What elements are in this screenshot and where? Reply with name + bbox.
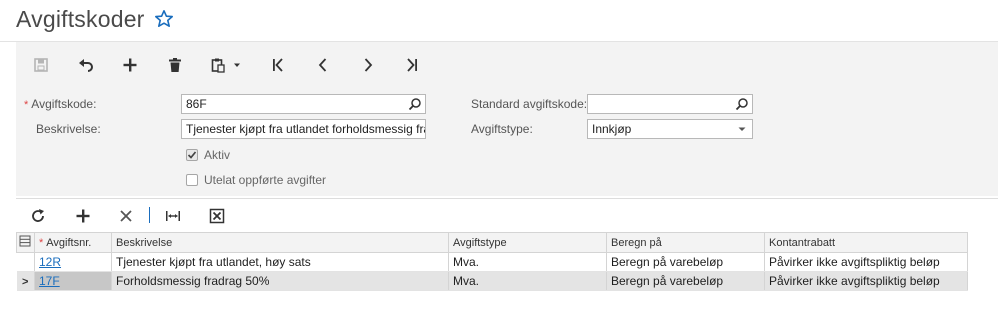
undo-icon	[79, 59, 93, 72]
column-header-description[interactable]: Beskrivelse	[111, 232, 449, 253]
close-icon	[120, 210, 132, 222]
cell-discount[interactable]: Påvirker ikke avgiftspliktig beløp	[764, 252, 968, 272]
page-header: Avgiftskoder	[0, 0, 998, 42]
cell-discount[interactable]: Påvirker ikke avgiftspliktig beløp	[764, 271, 968, 291]
last-icon	[407, 58, 417, 72]
description-label: Beskrivelse:	[36, 122, 101, 136]
last-record-button[interactable]	[399, 52, 425, 78]
cell-code[interactable]: 12R	[34, 252, 112, 272]
toolbar-divider	[149, 207, 150, 223]
code-link[interactable]: 17F	[39, 274, 60, 288]
page-title: Avgiftskoder	[16, 6, 145, 32]
trash-icon	[169, 58, 181, 72]
chevron-right-icon	[364, 58, 373, 72]
previous-record-button[interactable]	[310, 52, 336, 78]
checkmark-icon	[187, 151, 197, 159]
clipboard-icon	[211, 58, 225, 73]
active-label: Aktiv	[204, 148, 231, 162]
active-checkbox[interactable]	[186, 149, 198, 161]
add-button[interactable]	[117, 52, 143, 78]
tax-code-label: * Avgiftskode:	[24, 97, 97, 111]
current-row-icon: >	[22, 276, 29, 288]
cell-calc[interactable]: Beregn på varebeløp	[606, 252, 765, 272]
table-row[interactable]: 12R Tjenester kjøpt fra utlandet, høy sa…	[16, 252, 968, 272]
tax-rates-grid: * Avgiftsnr. Beskrivelse Avgiftstype Bere…	[16, 232, 968, 291]
search-icon[interactable]	[408, 97, 422, 111]
table-row[interactable]: > 17F Forholdsmessig fradrag 50% Mva. Be…	[16, 271, 968, 291]
refresh-button[interactable]	[26, 205, 50, 227]
next-record-button[interactable]	[355, 52, 381, 78]
favorite-star-icon[interactable]	[154, 9, 174, 29]
tax-type-select[interactable]: Innkjøp	[587, 119, 753, 139]
tax-code-input[interactable]: 86F	[181, 94, 426, 114]
chevron-left-icon	[318, 58, 327, 72]
tax-code-form: * Avgiftskode: 86F Beskrivelse: Tjenester…	[16, 88, 998, 196]
exclude-checkbox-row[interactable]: Utelat oppførte avgifter	[186, 173, 326, 187]
standard-code-input[interactable]	[587, 94, 753, 114]
required-mark: *	[24, 99, 29, 111]
description-input[interactable]: Tjenester kjøpt fra utlandet forholdsmes…	[181, 119, 426, 139]
chevron-down-icon	[234, 63, 240, 67]
add-icon	[76, 209, 90, 223]
grid-toolbar	[16, 198, 998, 232]
column-header-discount[interactable]: Kontantrabatt	[764, 232, 968, 253]
cell-calc[interactable]: Beregn på varebeløp	[606, 271, 765, 291]
add-row-button[interactable]	[71, 205, 95, 227]
column-header-code[interactable]: * Avgiftsnr.	[34, 232, 112, 253]
main-toolbar	[16, 42, 998, 88]
column-settings-icon	[19, 235, 31, 247]
exclude-checkbox[interactable]	[186, 174, 198, 186]
row-selector[interactable]: >	[16, 271, 35, 291]
code-link[interactable]: 12R	[39, 255, 61, 269]
tax-type-label: Avgiftstype:	[471, 122, 533, 136]
search-icon[interactable]	[735, 97, 749, 111]
cell-code[interactable]: 17F	[34, 271, 112, 291]
add-icon	[123, 58, 137, 72]
export-excel-button[interactable]	[205, 205, 229, 227]
first-record-button[interactable]	[265, 52, 291, 78]
cell-description[interactable]: Tjenester kjøpt fra utlandet, høy sats	[111, 252, 449, 272]
column-settings-header[interactable]	[16, 232, 35, 253]
first-icon	[273, 58, 283, 72]
column-header-calc[interactable]: Beregn på	[606, 232, 765, 253]
refresh-icon	[32, 209, 44, 222]
undo-button[interactable]	[73, 52, 99, 78]
exclude-label: Utelat oppførte avgifter	[204, 173, 327, 187]
paste-dropdown-button[interactable]	[206, 52, 246, 78]
chevron-down-icon	[738, 127, 746, 131]
fit-columns-button[interactable]	[161, 205, 185, 227]
cell-type[interactable]: Mva.	[448, 252, 607, 272]
delete-button[interactable]	[162, 52, 188, 78]
row-selector[interactable]	[16, 252, 35, 272]
fit-width-icon	[166, 211, 180, 221]
save-icon	[34, 58, 48, 72]
active-checkbox-row[interactable]: Aktiv	[186, 148, 230, 162]
column-header-type[interactable]: Avgiftstype	[448, 232, 607, 253]
cell-description[interactable]: Forholdsmessig fradrag 50%	[111, 271, 449, 291]
standard-code-label: Standard avgiftskode:	[471, 97, 588, 111]
delete-row-button[interactable]	[114, 205, 138, 227]
cell-type[interactable]: Mva.	[448, 271, 607, 291]
save-button[interactable]	[28, 52, 54, 78]
excel-icon	[209, 208, 225, 224]
